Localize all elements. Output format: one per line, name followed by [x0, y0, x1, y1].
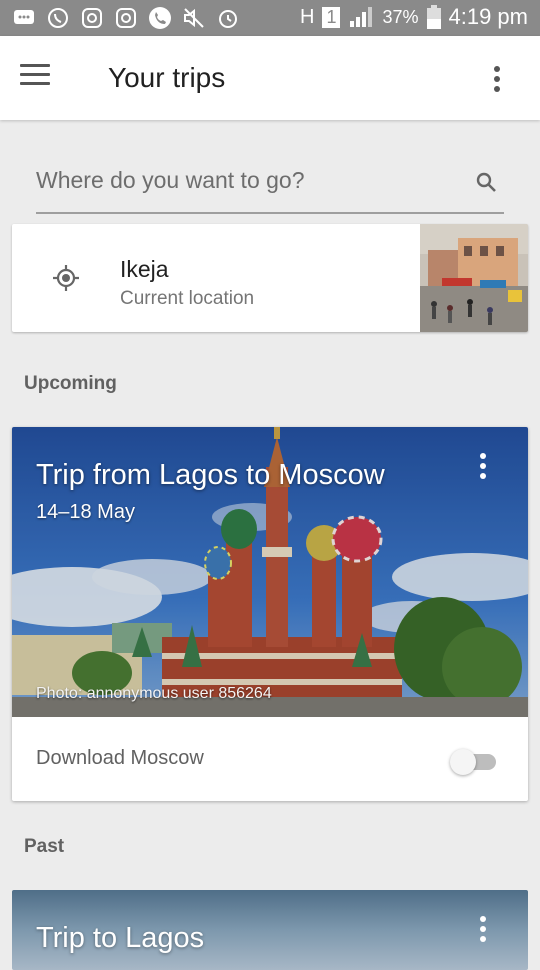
app-bar: Your trips [0, 36, 540, 120]
current-location-card[interactable]: Ikeja Current location [12, 224, 528, 332]
instagram-icon [116, 8, 136, 28]
chat-icon [14, 10, 34, 24]
network-type-label: H [300, 5, 315, 28]
page-title: Your trips [108, 62, 226, 93]
trip-title: Trip from Lagos to Moscow [36, 459, 385, 491]
more-vert-icon[interactable] [494, 66, 502, 94]
mute-icon [184, 8, 204, 28]
search-input[interactable] [36, 160, 456, 200]
trip-more-vert-icon[interactable] [480, 453, 488, 481]
status-right: H 1 37% 4:19 pm [300, 4, 528, 30]
past-trip-more-vert-icon[interactable] [480, 916, 488, 944]
section-title-upcoming: Upcoming [24, 373, 117, 394]
photo-credit: Photo: annonymous user 856264 [36, 685, 272, 702]
download-label: Download Moscow [36, 747, 204, 769]
sim-number: 1 [322, 6, 341, 28]
battery-percent: 37% [382, 6, 419, 27]
toggle-knob [450, 749, 476, 775]
location-name: Ikeja [120, 256, 169, 282]
status-bar: H 1 37% 4:19 pm [0, 0, 540, 36]
alarm-icon [219, 10, 237, 28]
signal-icon [350, 7, 373, 27]
section-title-past: Past [24, 836, 65, 857]
instagram-icon [82, 8, 102, 28]
location-thumbnail [420, 224, 528, 332]
my-location-icon [53, 265, 79, 291]
whatsapp-icon [48, 8, 68, 28]
notification-icons [12, 6, 240, 30]
trip-dates: 14–18 May [36, 501, 135, 523]
battery-icon [426, 5, 441, 29]
download-toggle[interactable] [450, 747, 500, 775]
past-trip-title: Trip to Lagos [36, 922, 205, 954]
search-icon[interactable] [474, 170, 498, 194]
upcoming-trip-card[interactable]: Trip from Lagos to Moscow 14–18 May Phot… [12, 427, 528, 801]
past-trip-card[interactable]: Trip to Lagos [12, 890, 528, 970]
clock: 4:19 pm [448, 4, 529, 29]
location-subtitle: Current location [120, 288, 255, 309]
menu-icon[interactable] [20, 64, 50, 88]
search-bar [36, 150, 504, 214]
phone-icon [149, 7, 171, 29]
